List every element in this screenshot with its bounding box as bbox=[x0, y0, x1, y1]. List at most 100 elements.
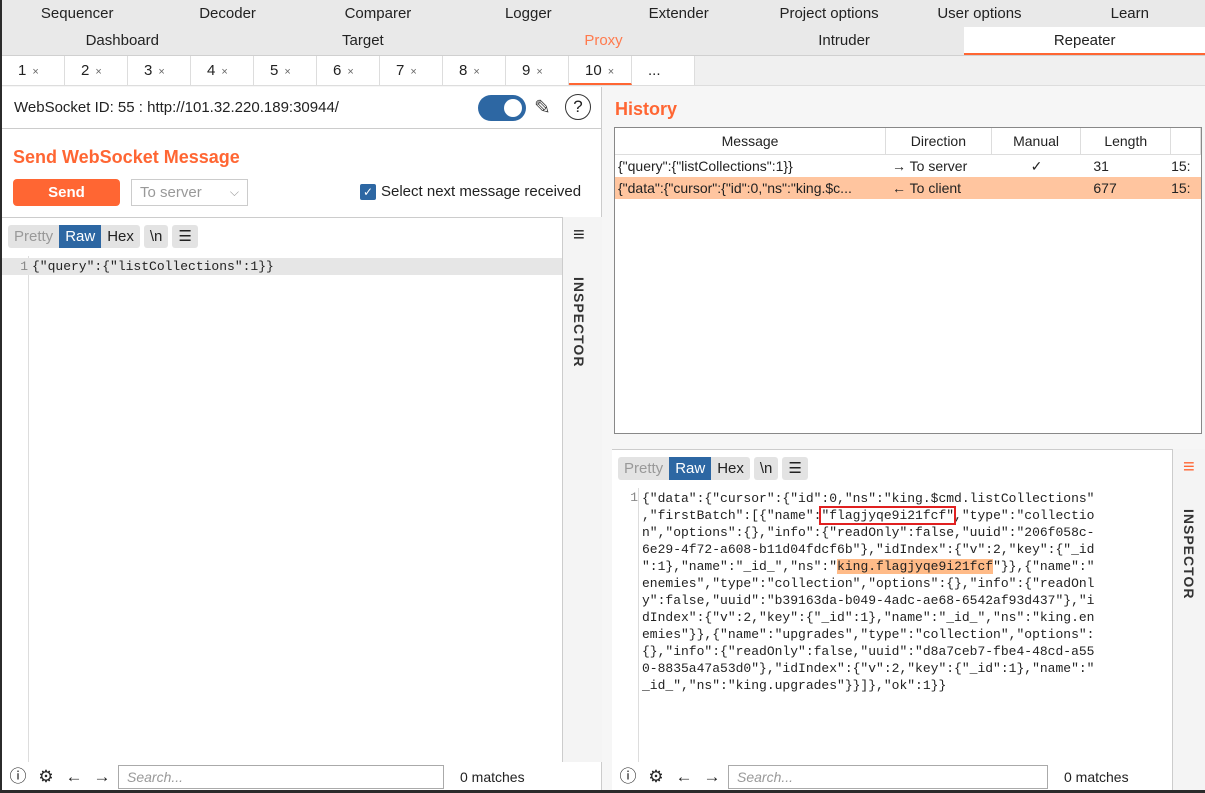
tab-label: 3 bbox=[144, 62, 153, 79]
tab-3[interactable]: 3 × bbox=[128, 56, 191, 85]
close-icon[interactable]: × bbox=[221, 66, 227, 78]
request-panel: WebSocket ID: 55 : http://101.32.220.189… bbox=[2, 87, 602, 790]
tab-10[interactable]: 10 × bbox=[569, 56, 632, 85]
nav-comparer[interactable]: Comparer bbox=[303, 0, 453, 27]
send-title: Send WebSocket Message bbox=[13, 147, 240, 167]
gear-icon[interactable]: ⚙ bbox=[34, 766, 58, 788]
nav-repeater[interactable]: Repeater bbox=[964, 27, 1205, 55]
nav-learn[interactable]: Learn bbox=[1055, 0, 1205, 27]
close-icon[interactable]: × bbox=[536, 66, 542, 78]
gear-icon[interactable]: ⚙ bbox=[644, 766, 668, 788]
response-line: 0-8835a47a53d0"},"idIndex":{"v":2,"key":… bbox=[642, 661, 1095, 676]
direction-select[interactable]: To server ⌵ bbox=[131, 179, 248, 206]
nav-user-options[interactable]: User options bbox=[904, 0, 1054, 27]
close-icon[interactable]: × bbox=[284, 66, 290, 78]
nav-proxy[interactable]: Proxy bbox=[483, 27, 724, 55]
nav-logger[interactable]: Logger bbox=[453, 0, 603, 27]
history-row[interactable]: {"query":{"listCollections":1}} → To serv… bbox=[615, 155, 1201, 177]
column-header[interactable] bbox=[1171, 128, 1201, 154]
boxed-flag-name: "flagjyqe9i21fcf" bbox=[819, 506, 957, 525]
tab-label: 8 bbox=[459, 62, 468, 79]
close-icon[interactable]: × bbox=[410, 66, 416, 78]
response-editor[interactable]: Pretty Raw Hex \n ☰ 1 {"data":{"cursor":{"… bbox=[612, 449, 1172, 790]
history-message: {"query":{"listCollections":1}} bbox=[618, 158, 793, 174]
forward-arrow-icon[interactable]: → bbox=[90, 766, 114, 788]
back-arrow-icon[interactable]: ← bbox=[62, 766, 86, 788]
tab-4[interactable]: 4 × bbox=[191, 56, 254, 85]
select-next-checkbox[interactable]: ✓ bbox=[360, 184, 376, 200]
request-editor[interactable]: Pretty Raw Hex \n ☰ 1 {"query":{"listColle… bbox=[2, 217, 562, 790]
response-line: ,"firstBatch":[{"name":"flagjyqe9i21fcf"… bbox=[642, 506, 1095, 525]
help-icon[interactable]: ⓘ bbox=[6, 766, 30, 788]
tab-9[interactable]: 9 × bbox=[506, 56, 569, 85]
column-header[interactable]: Message bbox=[615, 128, 887, 154]
send-button[interactable]: Send bbox=[13, 179, 120, 206]
tab-label: ... bbox=[648, 62, 661, 79]
hex-button[interactable]: Hex bbox=[101, 225, 140, 248]
highlighted-match: king.flagjyqe9i21fcf bbox=[837, 559, 994, 574]
inspector-panel[interactable]: ≡ INSPECTOR bbox=[562, 217, 602, 762]
history-direction: ← To client bbox=[892, 180, 962, 196]
search-input[interactable]: Search... bbox=[118, 765, 444, 789]
history-row[interactable]: {"data":{"cursor":{"id":0,"ns":"king.$c.… bbox=[615, 177, 1201, 199]
column-header[interactable]: Length bbox=[1081, 128, 1172, 154]
inspector-panel[interactable]: ≡ INSPECTOR bbox=[1172, 449, 1205, 790]
history-table: Message Direction Manual Length {"query":{"… bbox=[614, 127, 1202, 434]
raw-button[interactable]: Raw bbox=[59, 225, 102, 248]
nav-sequencer[interactable]: Sequencer bbox=[2, 0, 152, 27]
history-time: 15: bbox=[1171, 158, 1191, 174]
response-line: {"data":{"cursor":{"id":0,"ns":"king.$cm… bbox=[642, 491, 1095, 506]
intercept-toggle[interactable] bbox=[478, 95, 526, 121]
close-icon[interactable]: × bbox=[347, 66, 353, 78]
help-icon[interactable]: ⓘ bbox=[616, 766, 640, 788]
response-panel: History Message Direction Manual Length {"q… bbox=[612, 87, 1205, 790]
menu-icon[interactable]: ☰ bbox=[782, 457, 807, 480]
tab-more[interactable]: ... bbox=[632, 56, 695, 85]
close-icon[interactable]: × bbox=[95, 66, 101, 78]
tab-1[interactable]: 1 × bbox=[2, 56, 65, 85]
response-line: enemies","type":"collection","options":{… bbox=[642, 576, 1095, 591]
pretty-button[interactable]: Pretty bbox=[618, 457, 669, 480]
inspector-icon: ≡ bbox=[573, 224, 585, 246]
close-icon[interactable]: × bbox=[473, 66, 479, 78]
hex-button[interactable]: Hex bbox=[711, 457, 750, 480]
tab-label: 5 bbox=[270, 62, 279, 79]
tab-label: 9 bbox=[522, 62, 531, 79]
newline-button[interactable]: \n bbox=[754, 457, 779, 480]
response-line: ":1},"name":"_id_","ns":"king.flagjyqe9i… bbox=[642, 559, 1095, 574]
pencil-icon[interactable]: ✎ bbox=[534, 95, 551, 120]
history-time: 15: bbox=[1171, 180, 1191, 196]
tab-2[interactable]: 2 × bbox=[65, 56, 128, 85]
pretty-button[interactable]: Pretty bbox=[8, 225, 59, 248]
chevron-down-icon: ⌵ bbox=[229, 185, 239, 199]
nav-extender[interactable]: Extender bbox=[604, 0, 754, 27]
history-length: 31 bbox=[1093, 158, 1109, 174]
tab-6[interactable]: 6 × bbox=[317, 56, 380, 85]
tab-5[interactable]: 5 × bbox=[254, 56, 317, 85]
tab-8[interactable]: 8 × bbox=[443, 56, 506, 85]
response-line: 6e29-4f72-a608-b11d04fdcf6b"},"idIndex":… bbox=[642, 542, 1095, 557]
help-icon[interactable]: ? bbox=[565, 94, 591, 120]
tab-7[interactable]: 7 × bbox=[380, 56, 443, 85]
top-nav-row2: Dashboard Target Proxy Intruder Repeater bbox=[2, 27, 1205, 56]
column-header[interactable]: Manual bbox=[992, 128, 1082, 154]
nav-project-options[interactable]: Project options bbox=[754, 0, 904, 27]
nav-target[interactable]: Target bbox=[243, 27, 484, 55]
close-icon[interactable]: × bbox=[32, 66, 38, 78]
menu-icon[interactable]: ☰ bbox=[172, 225, 197, 248]
raw-button[interactable]: Raw bbox=[669, 457, 712, 480]
history-length: 677 bbox=[1093, 180, 1117, 196]
column-header[interactable]: Direction bbox=[886, 128, 992, 154]
search-input[interactable]: Search... bbox=[728, 765, 1048, 789]
close-icon[interactable]: × bbox=[608, 66, 614, 78]
close-icon[interactable]: × bbox=[158, 66, 164, 78]
back-arrow-icon[interactable]: ← bbox=[672, 766, 696, 788]
nav-intruder[interactable]: Intruder bbox=[724, 27, 965, 55]
forward-arrow-icon[interactable]: → bbox=[700, 766, 724, 788]
history-message: {"data":{"cursor":{"id":0,"ns":"king.$c.… bbox=[618, 180, 852, 196]
response-line: y":false,"uuid":"b39163da-b049-4adc-ae68… bbox=[642, 593, 1095, 608]
nav-dashboard[interactable]: Dashboard bbox=[2, 27, 243, 55]
newline-button[interactable]: \n bbox=[144, 225, 169, 248]
response-line: {},"info":{"readOnly":false,"uuid":"d8a7… bbox=[642, 644, 1095, 659]
nav-decoder[interactable]: Decoder bbox=[152, 0, 302, 27]
